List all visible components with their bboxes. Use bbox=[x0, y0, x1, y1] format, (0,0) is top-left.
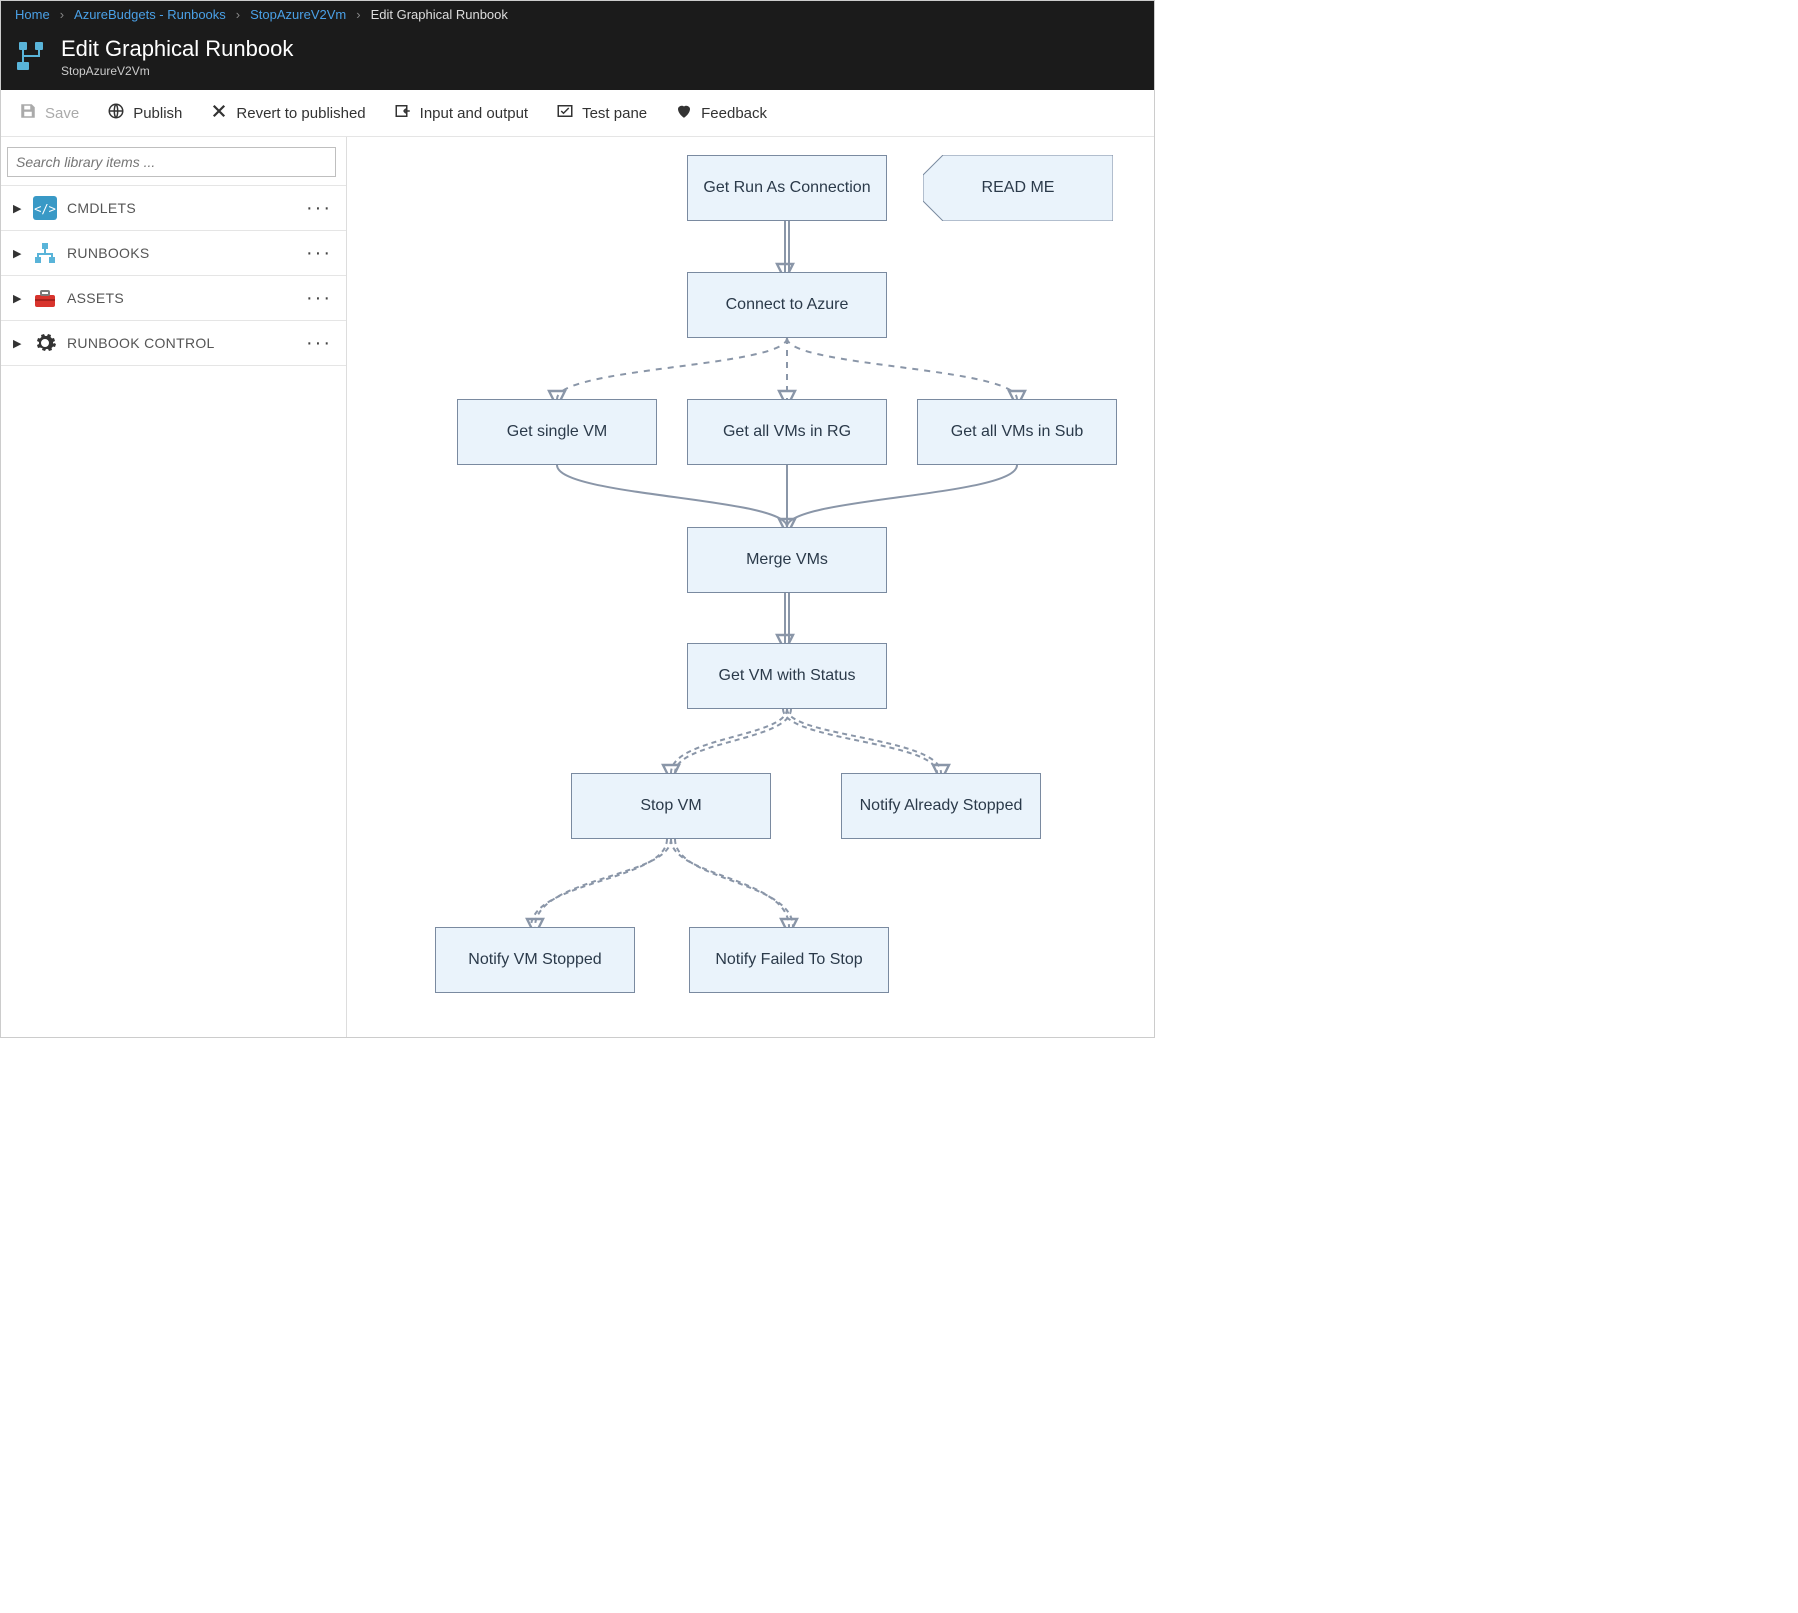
node-get-all-vms-in-rg[interactable]: Get all VMs in RG bbox=[687, 399, 887, 465]
breadcrumb-sep: › bbox=[60, 7, 64, 22]
feedback-button[interactable]: Feedback bbox=[675, 102, 767, 124]
node-notify-already-stopped[interactable]: Notify Already Stopped bbox=[841, 773, 1041, 839]
breadcrumb: Home › AzureBudgets - Runbooks › StopAzu… bbox=[1, 1, 1154, 28]
test-label: Test pane bbox=[582, 105, 647, 122]
page-title: Edit Graphical Runbook bbox=[61, 36, 293, 62]
feedback-label: Feedback bbox=[701, 105, 767, 122]
node-get-single-vm[interactable]: Get single VM bbox=[457, 399, 657, 465]
chevron-right-icon: ▶ bbox=[13, 247, 23, 260]
svg-text:</>: </> bbox=[34, 202, 56, 216]
publish-label: Publish bbox=[133, 105, 182, 122]
chevron-right-icon: ▶ bbox=[13, 292, 23, 305]
sidebar-item-cmdlets[interactable]: ▶ </> CMDLETS ··· bbox=[1, 186, 346, 231]
search-input[interactable] bbox=[7, 147, 336, 177]
org-icon bbox=[33, 241, 57, 265]
sidebar-item-label: RUNBOOKS bbox=[67, 245, 150, 261]
node-label: READ ME bbox=[982, 179, 1055, 197]
close-icon bbox=[210, 102, 228, 124]
breadcrumb-sep: › bbox=[236, 7, 240, 22]
save-label: Save bbox=[45, 105, 79, 122]
input-output-button[interactable]: Input and output bbox=[394, 102, 528, 124]
breadcrumb-stopazurev2vm[interactable]: StopAzureV2Vm bbox=[250, 7, 346, 22]
more-icon[interactable]: ··· bbox=[306, 287, 332, 310]
node-connect-to-azure[interactable]: Connect to Azure bbox=[687, 272, 887, 338]
sidebar-item-label: ASSETS bbox=[67, 290, 124, 306]
more-icon[interactable]: ··· bbox=[306, 197, 332, 220]
publish-button[interactable]: Publish bbox=[107, 102, 182, 124]
sidebar-item-label: CMDLETS bbox=[67, 200, 136, 216]
test-pane-button[interactable]: Test pane bbox=[556, 102, 647, 124]
code-icon: </> bbox=[33, 196, 57, 220]
breadcrumb-sep: › bbox=[356, 7, 360, 22]
toolbox-icon bbox=[33, 286, 57, 310]
library-sidebar: ▶ </> CMDLETS ··· ▶ RUNBOOKS ··· ▶ ASSET… bbox=[1, 137, 347, 1037]
io-label: Input and output bbox=[420, 105, 528, 122]
main: ▶ </> CMDLETS ··· ▶ RUNBOOKS ··· ▶ ASSET… bbox=[1, 137, 1154, 1037]
node-notify-failed-to-stop[interactable]: Notify Failed To Stop bbox=[689, 927, 889, 993]
chevron-right-icon: ▶ bbox=[13, 337, 23, 350]
breadcrumb-azurebudgets[interactable]: AzureBudgets - Runbooks bbox=[74, 7, 226, 22]
sidebar-item-runbook-control[interactable]: ▶ RUNBOOK CONTROL ··· bbox=[1, 321, 346, 366]
node-merge-vms[interactable]: Merge VMs bbox=[687, 527, 887, 593]
node-get-vm-with-status[interactable]: Get VM with Status bbox=[687, 643, 887, 709]
sidebar-item-label: RUNBOOK CONTROL bbox=[67, 335, 215, 351]
breadcrumb-home[interactable]: Home bbox=[15, 7, 50, 22]
heart-icon bbox=[675, 102, 693, 124]
graph-canvas[interactable]: Get Run As Connection READ ME Connect to… bbox=[347, 137, 1154, 1037]
more-icon[interactable]: ··· bbox=[306, 332, 332, 355]
runbook-icon bbox=[15, 40, 47, 75]
toolbar: Save Publish Revert to published Input a… bbox=[1, 90, 1154, 137]
chevron-right-icon: ▶ bbox=[13, 202, 23, 215]
breadcrumb-current: Edit Graphical Runbook bbox=[371, 7, 508, 22]
globe-icon bbox=[107, 102, 125, 124]
io-icon bbox=[394, 102, 412, 124]
node-get-all-vms-in-sub[interactable]: Get all VMs in Sub bbox=[917, 399, 1117, 465]
node-read-me[interactable]: READ ME bbox=[923, 155, 1113, 221]
sidebar-item-runbooks[interactable]: ▶ RUNBOOKS ··· bbox=[1, 231, 346, 276]
node-get-run-as-connection[interactable]: Get Run As Connection bbox=[687, 155, 887, 221]
title-bar: Edit Graphical Runbook StopAzureV2Vm bbox=[1, 28, 1154, 90]
save-button[interactable]: Save bbox=[19, 102, 79, 124]
sidebar-item-assets[interactable]: ▶ ASSETS ··· bbox=[1, 276, 346, 321]
revert-button[interactable]: Revert to published bbox=[210, 102, 365, 124]
test-icon bbox=[556, 102, 574, 124]
node-notify-vm-stopped[interactable]: Notify VM Stopped bbox=[435, 927, 635, 993]
node-stop-vm[interactable]: Stop VM bbox=[571, 773, 771, 839]
revert-label: Revert to published bbox=[236, 105, 365, 122]
save-icon bbox=[19, 102, 37, 124]
gear-icon bbox=[33, 331, 57, 355]
more-icon[interactable]: ··· bbox=[306, 242, 332, 265]
page-subtitle: StopAzureV2Vm bbox=[61, 64, 293, 78]
